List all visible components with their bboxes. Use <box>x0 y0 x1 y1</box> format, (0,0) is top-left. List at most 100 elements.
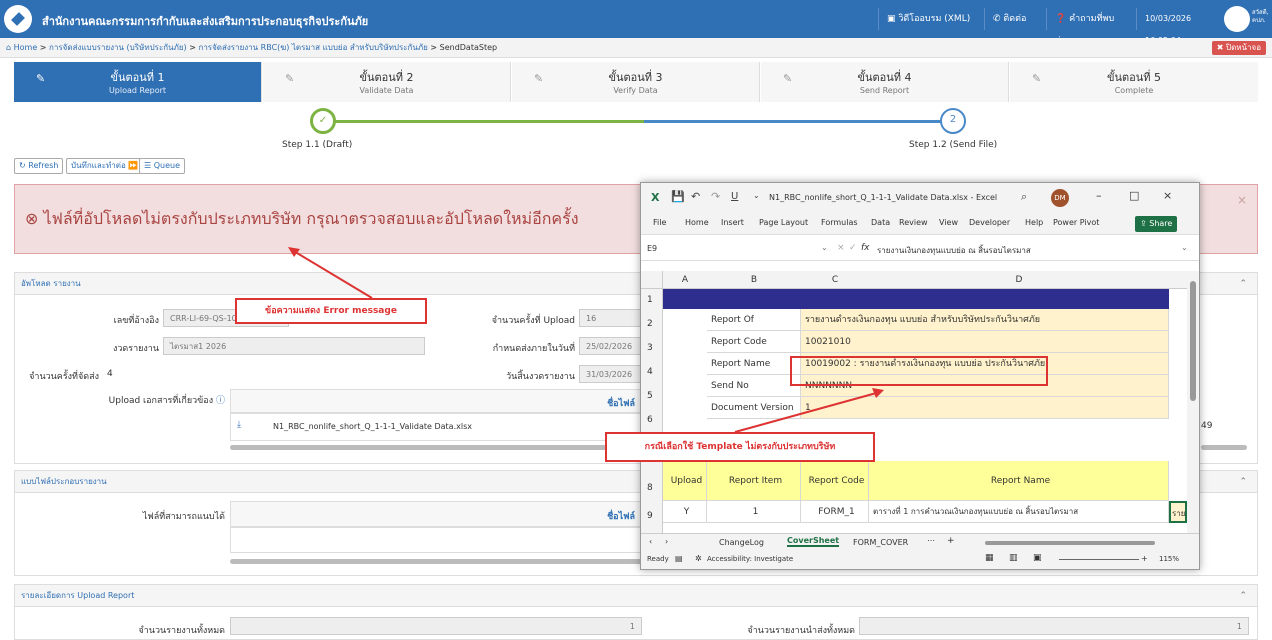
cell-c6[interactable]: 1 <box>801 397 1169 419</box>
menu-view[interactable]: View <box>939 218 958 227</box>
macro-icon[interactable]: ▤ <box>675 554 683 563</box>
close-icon[interactable]: × <box>1163 189 1172 202</box>
cancel-icon[interactable]: × <box>837 243 845 253</box>
cell-b5[interactable]: Send No <box>707 375 801 397</box>
cell-c2[interactable]: รายงานดำรงเงินกองทุน แบบย่อ สำหรับบริษัท… <box>801 309 1169 331</box>
search-icon[interactable]: ⌕ <box>1021 190 1027 204</box>
minimize-icon[interactable]: – <box>1096 189 1102 202</box>
cell-b6[interactable]: Document Version <box>707 397 801 419</box>
underline-icon[interactable]: U <box>731 191 738 202</box>
tab-scrollbar[interactable] <box>985 541 1155 545</box>
menu-data[interactable]: Data <box>871 218 890 227</box>
status-accessibility[interactable]: Accessibility: Investigate <box>707 555 793 563</box>
queue-button[interactable]: ☰ Queue <box>139 158 185 174</box>
faq-button[interactable]: ❓ คำถามที่พบบ่อย <box>1046 8 1136 46</box>
cell-b3[interactable]: Report Code <box>707 331 801 353</box>
header-report-item[interactable]: Report Item <box>707 461 801 501</box>
step-4[interactable]: ✎ ขั้นตอนที่ 4 Send Report <box>761 62 1009 102</box>
row-header[interactable]: 9 <box>647 511 653 521</box>
formula-expand-icon[interactable]: ⌄ <box>1181 243 1188 252</box>
save-icon[interactable]: 💾 <box>671 190 685 203</box>
formula-input[interactable]: รายงานเงินกองทุนแบบย่อ ณ สิ้นรอบไตรมาส <box>877 244 1031 257</box>
row-header[interactable]: 8 <box>647 483 653 493</box>
info-icon[interactable]: ⓘ <box>216 396 225 406</box>
cell-c3[interactable]: 10021010 <box>801 331 1169 353</box>
menu-insert[interactable]: Insert <box>721 218 744 227</box>
maximize-icon[interactable]: □ <box>1129 189 1139 202</box>
zoom-in-icon[interactable]: + <box>1141 554 1148 563</box>
step-3[interactable]: ✎ ขั้นตอนที่ 3 Verify Data <box>512 62 760 102</box>
accessibility-icon[interactable]: ✲ <box>695 554 702 563</box>
vertical-scrollbar[interactable] <box>1187 271 1199 533</box>
cell-e9-selected[interactable]: รายง <box>1169 501 1187 523</box>
namebox-dropdown-icon[interactable]: ⌄ <box>821 243 828 252</box>
collapse-icon[interactable]: ⌃ <box>1239 477 1247 487</box>
function-icon[interactable]: fx <box>861 243 870 253</box>
step-5[interactable]: ✎ ขั้นตอนที่ 5 Complete <box>1010 62 1258 102</box>
avatar[interactable] <box>1224 6 1250 32</box>
breadcrumb-item-1[interactable]: การจัดส่งแบบรายงาน (บริษัทประกันภัย) <box>49 43 187 52</box>
user-greeting[interactable]: สวัสดี, คปภ. <box>1252 9 1272 25</box>
user-avatar[interactable]: DM <box>1051 189 1069 207</box>
cell-a9[interactable]: Y <box>663 501 707 523</box>
normal-view-icon[interactable]: ▦ <box>985 553 994 563</box>
menu-help[interactable]: Help <box>1025 218 1043 227</box>
cell-c9[interactable]: FORM_1 <box>801 501 869 523</box>
menu-file[interactable]: File <box>653 218 666 227</box>
menu-power-pivot[interactable]: Power Pivot <box>1053 218 1099 227</box>
page-layout-view-icon[interactable]: ▥ <box>1009 553 1018 563</box>
redo-icon[interactable]: ↷ <box>711 190 720 203</box>
add-sheet-icon[interactable]: + <box>947 536 955 546</box>
collapse-icon[interactable]: ⌃ <box>1239 279 1247 289</box>
collapse-icon[interactable]: ⌃ <box>1239 591 1247 601</box>
share-button[interactable]: ⇪ Share <box>1135 216 1178 232</box>
tab-changelog[interactable]: ChangeLog <box>719 538 764 547</box>
header-upload[interactable]: Upload <box>663 461 707 501</box>
tab-form-cover[interactable]: FORM_COVER <box>853 538 908 547</box>
tab-coversheet[interactable]: CoverSheet <box>787 536 840 547</box>
horizontal-scrollbar-right[interactable] <box>1201 445 1247 450</box>
menu-page-layout[interactable]: Page Layout <box>759 218 808 227</box>
menu-home[interactable]: Home <box>685 218 709 227</box>
horizontal-scrollbar[interactable] <box>230 559 642 564</box>
tab-next-icon[interactable]: › <box>665 537 668 546</box>
header-report-code[interactable]: Report Code <box>801 461 869 501</box>
cell-b9[interactable]: 1 <box>707 501 801 523</box>
header-report-name[interactable]: Report Name <box>869 461 1169 501</box>
step-1[interactable]: ✎ ขั้นตอนที่ 1 Upload Report <box>14 62 262 102</box>
cell-d9[interactable]: ตารางที่ 1 การคำนวณเงินกองทุนแบบย่อ ณ สิ… <box>869 501 1169 523</box>
xml-video-button[interactable]: ▣ วิดีโออบรม (XML) <box>878 8 984 30</box>
cell-b4[interactable]: Report Name <box>707 353 801 375</box>
row-header[interactable]: 1 <box>647 295 653 305</box>
customize-toolbar-icon[interactable]: ⌄ <box>753 191 760 200</box>
zoom-slider[interactable] <box>1059 559 1139 560</box>
download-icon[interactable]: ⤓ <box>237 420 241 430</box>
refresh-button[interactable]: ↻ Refresh <box>14 158 64 174</box>
column-header[interactable]: C <box>801 271 869 289</box>
name-box[interactable]: E9 <box>647 244 817 253</box>
page-break-view-icon[interactable]: ▣ <box>1033 553 1042 563</box>
cell-b2[interactable]: Report Of <box>707 309 801 331</box>
row-header[interactable]: 4 <box>647 367 653 377</box>
horizontal-scrollbar[interactable] <box>230 445 642 450</box>
zoom-level[interactable]: 115% <box>1159 555 1179 563</box>
row-header[interactable]: 6 <box>647 415 653 425</box>
undo-icon[interactable]: ↶ <box>691 190 700 203</box>
enter-icon[interactable]: ✓ <box>849 243 857 253</box>
menu-formulas[interactable]: Formulas <box>821 218 858 227</box>
column-header[interactable]: D <box>869 271 1169 289</box>
select-all-corner[interactable] <box>641 271 663 289</box>
tab-prev-icon[interactable]: ‹ <box>649 537 652 546</box>
step-2[interactable]: ✎ ขั้นตอนที่ 2 Validate Data <box>263 62 511 102</box>
menu-review[interactable]: Review <box>899 218 928 227</box>
row-header[interactable]: 3 <box>647 343 653 353</box>
breadcrumb-item-2[interactable]: การจัดส่งรายงาน RBC(ฆ) ไตรมาส แบบย่อ สำห… <box>198 43 427 52</box>
menu-developer[interactable]: Developer <box>969 218 1010 227</box>
contact-button[interactable]: ✆ ติดต่อเรา <box>984 8 1046 46</box>
save-next-button[interactable]: บันทึกและทำต่อ ⏩ <box>66 158 144 174</box>
column-header[interactable]: A <box>663 271 707 289</box>
alert-close-icon[interactable]: × <box>1237 193 1247 207</box>
row-header[interactable]: 2 <box>647 319 653 329</box>
more-tabs-icon[interactable]: ⋯ <box>927 536 935 545</box>
breadcrumb-home[interactable]: Home <box>14 43 38 52</box>
